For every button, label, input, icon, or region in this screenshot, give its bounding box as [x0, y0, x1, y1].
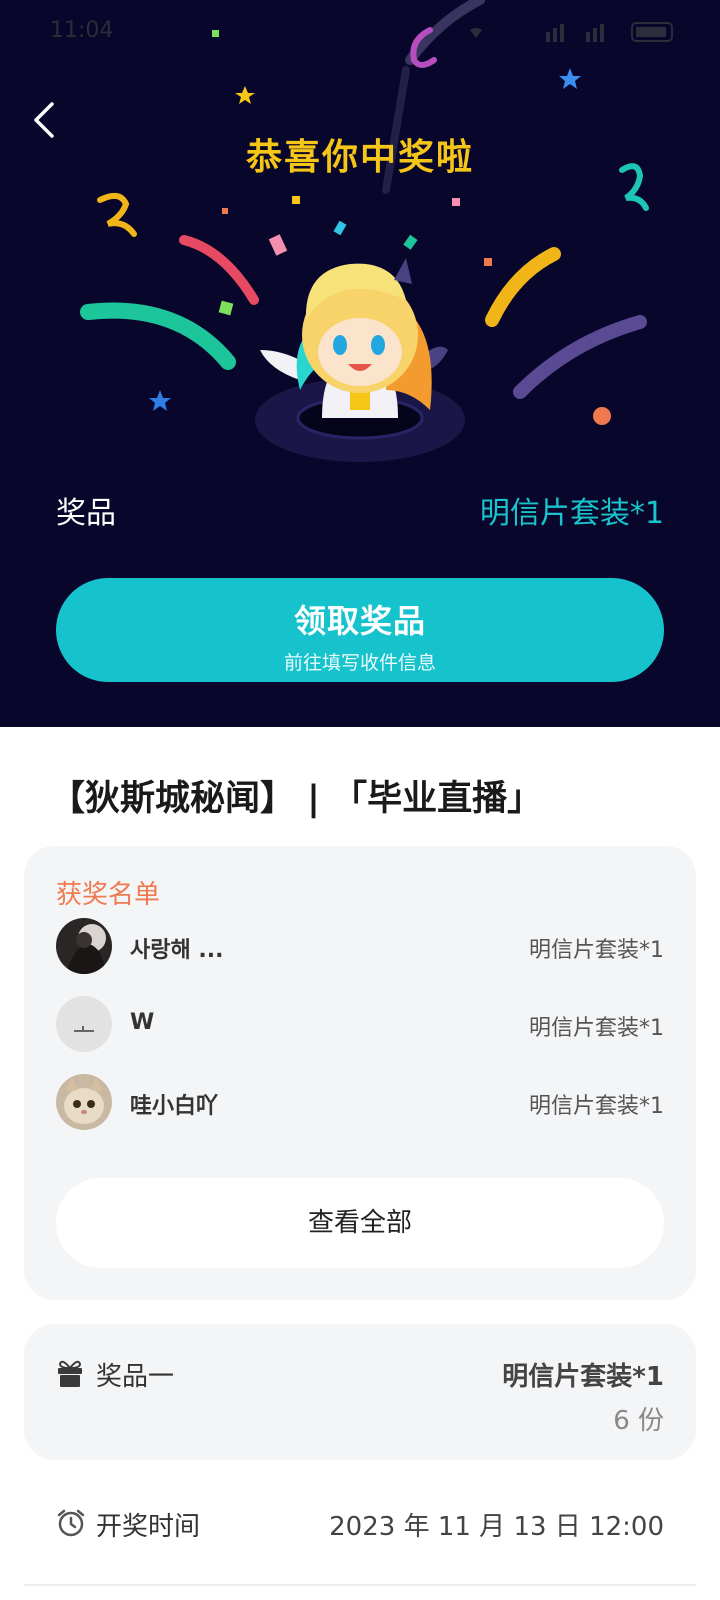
winners-heading: 获奖名单 — [56, 880, 161, 910]
view-all-button[interactable]: 查看全部 — [56, 1178, 664, 1268]
mascot-illustration — [255, 258, 465, 462]
winner-row[interactable]: 사랑해 ... 明信片套装*1 — [56, 918, 664, 976]
winner-prize: 明信片套装*1 — [529, 1094, 664, 1119]
prize-card-value: 明信片套装*1 — [502, 1362, 664, 1392]
draw-time-label: 开奖时间 — [96, 1512, 201, 1542]
prize-row: 奖品 明信片套装*1 — [56, 488, 664, 532]
claim-button-title: 领取奖品 — [293, 602, 426, 640]
prize-card-quantity: 6 份 — [613, 1406, 664, 1436]
event-title: 【狄斯城秘闻】 | 「毕业直播」 — [50, 779, 543, 819]
winners-card: 获奖名单 사랑해 ... 明信片套装*1 W 明信片套装*1 哇小白吖 明信片套… — [24, 846, 696, 1300]
winner-name: W — [130, 1010, 155, 1035]
hero-banner: 11:04 恭喜你中奖啦 奖品 明信片套装*1 领取奖品 前往填写收件信息 — [0, 0, 720, 727]
winner-name: 哇小白吖 — [130, 1094, 219, 1119]
prize-value: 明信片套装*1 — [479, 496, 664, 531]
winner-row[interactable]: 哇小白吖 明信片套装*1 — [56, 1074, 664, 1132]
avatar — [56, 1074, 112, 1130]
alarm-clock-icon — [57, 1509, 85, 1537]
avatar — [56, 918, 112, 974]
claim-prize-button[interactable]: 领取奖品 前往填写收件信息 — [56, 578, 664, 682]
gift-icon — [58, 1360, 82, 1387]
winner-row[interactable]: W 明信片套装*1 — [56, 996, 664, 1054]
draw-time-row: 开奖时间 2023 年 11 月 13 日 12:00 — [56, 1502, 664, 1546]
congrats-title: 恭喜你中奖啦 — [245, 137, 474, 178]
prize-card-label: 奖品一 — [96, 1362, 175, 1392]
prize-label: 奖品 — [56, 496, 116, 531]
avatar — [56, 996, 112, 1052]
prize-info-card: 奖品一 明信片套装*1 6 份 — [24, 1324, 696, 1460]
divider — [24, 1584, 696, 1586]
winner-name: 사랑해 ... — [130, 938, 224, 963]
draw-time-value: 2023 年 11 月 13 日 12:00 — [329, 1512, 664, 1542]
claim-button-subtitle: 前往填写收件信息 — [283, 652, 436, 674]
winner-prize: 明信片套装*1 — [529, 1016, 664, 1041]
winner-prize: 明信片套装*1 — [529, 938, 664, 963]
